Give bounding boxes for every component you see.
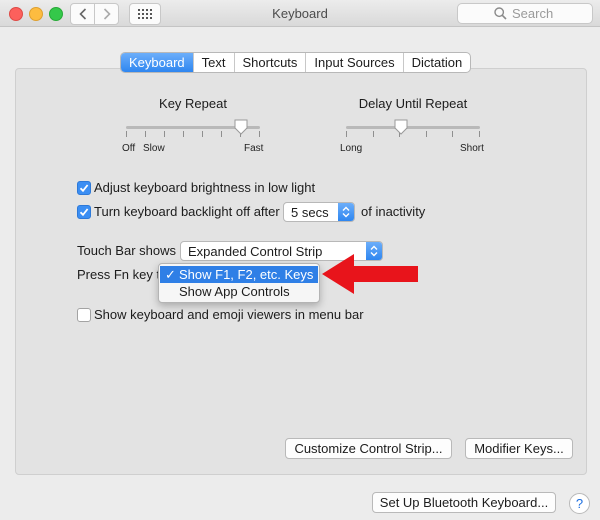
key-repeat-title: Key Repeat (159, 96, 227, 111)
slider-tick (479, 131, 480, 137)
checkmark-icon (79, 208, 89, 217)
menu-item-label: Show F1, F2, etc. Keys (179, 267, 314, 282)
menu-item-label: Show App Controls (179, 284, 290, 299)
key-repeat-slider-thumb[interactable] (234, 119, 248, 135)
tab-shortcuts[interactable]: Shortcuts (233, 53, 306, 72)
brightness-checkbox[interactable] (77, 181, 91, 195)
viewers-checkbox[interactable] (77, 308, 91, 322)
modifier-keys-button[interactable]: Modifier Keys... (465, 438, 573, 459)
slider-tick (373, 131, 374, 137)
checkmark-icon: ✓ (165, 267, 176, 282)
delay-long-label: Long (340, 143, 363, 154)
search-placeholder: Search (512, 6, 554, 21)
popup-arrows-icon (338, 203, 354, 221)
tab-keyboard[interactable]: Keyboard (121, 53, 193, 72)
slider-thumb-icon (234, 119, 248, 135)
search-icon (494, 7, 507, 20)
delay-until-repeat-title: Delay Until Repeat (358, 96, 468, 111)
slider-tick (145, 131, 146, 137)
tab-text[interactable]: Text (192, 53, 234, 72)
touch-bar-label: Touch Bar shows (77, 243, 176, 258)
slider-tick (452, 131, 453, 137)
slider-tick (183, 131, 184, 137)
slider-tick (259, 131, 260, 137)
delay-repeat-track[interactable] (346, 126, 480, 129)
fn-key-label: Press Fn key to (77, 267, 168, 282)
inactivity-label: of inactivity (361, 204, 426, 219)
slider-tick (202, 131, 203, 137)
brightness-label: Adjust keyboard brightness in low light (94, 180, 316, 195)
search-field[interactable]: Search (457, 3, 593, 24)
fn-key-dropdown-menu: ✓ Show F1, F2, etc. Keys Show App Contro… (158, 263, 320, 303)
menu-item-show-f-keys[interactable]: ✓ Show F1, F2, etc. Keys (160, 266, 318, 283)
key-repeat-fast-label: Fast (244, 143, 264, 154)
backlight-timeout-popup[interactable]: 5 secs (283, 202, 355, 222)
viewers-label: Show keyboard and emoji viewers in menu … (94, 307, 364, 322)
slider-tick (346, 131, 347, 137)
slider-tick (126, 131, 127, 137)
tab-dictation[interactable]: Dictation (402, 53, 471, 72)
tab-bar: Keyboard Text Shortcuts Input Sources Di… (120, 52, 472, 73)
customize-control-strip-button[interactable]: Customize Control Strip... (285, 438, 452, 459)
backlight-checkbox[interactable] (77, 205, 91, 219)
slider-tick (164, 131, 165, 137)
bluetooth-keyboard-button[interactable]: Set Up Bluetooth Keyboard... (372, 492, 556, 513)
key-repeat-off-label: Off (122, 143, 136, 154)
slider-thumb-icon (394, 119, 408, 135)
tab-input-sources[interactable]: Input Sources (305, 53, 402, 72)
slider-tick (221, 131, 222, 137)
checkmark-icon (79, 184, 89, 193)
backlight-label: Turn keyboard backlight off after (94, 204, 280, 219)
key-repeat-slow-label: Slow (143, 143, 165, 154)
slider-tick (426, 131, 427, 137)
delay-repeat-slider-thumb[interactable] (394, 119, 408, 135)
delay-short-label: Short (460, 143, 484, 154)
menu-item-show-app-controls[interactable]: Show App Controls (160, 283, 318, 300)
backlight-timeout-value: 5 secs (291, 205, 329, 220)
touch-bar-value: Expanded Control Strip (188, 244, 323, 259)
help-button[interactable]: ? (569, 493, 590, 514)
red-arrow-annotation (322, 254, 418, 294)
